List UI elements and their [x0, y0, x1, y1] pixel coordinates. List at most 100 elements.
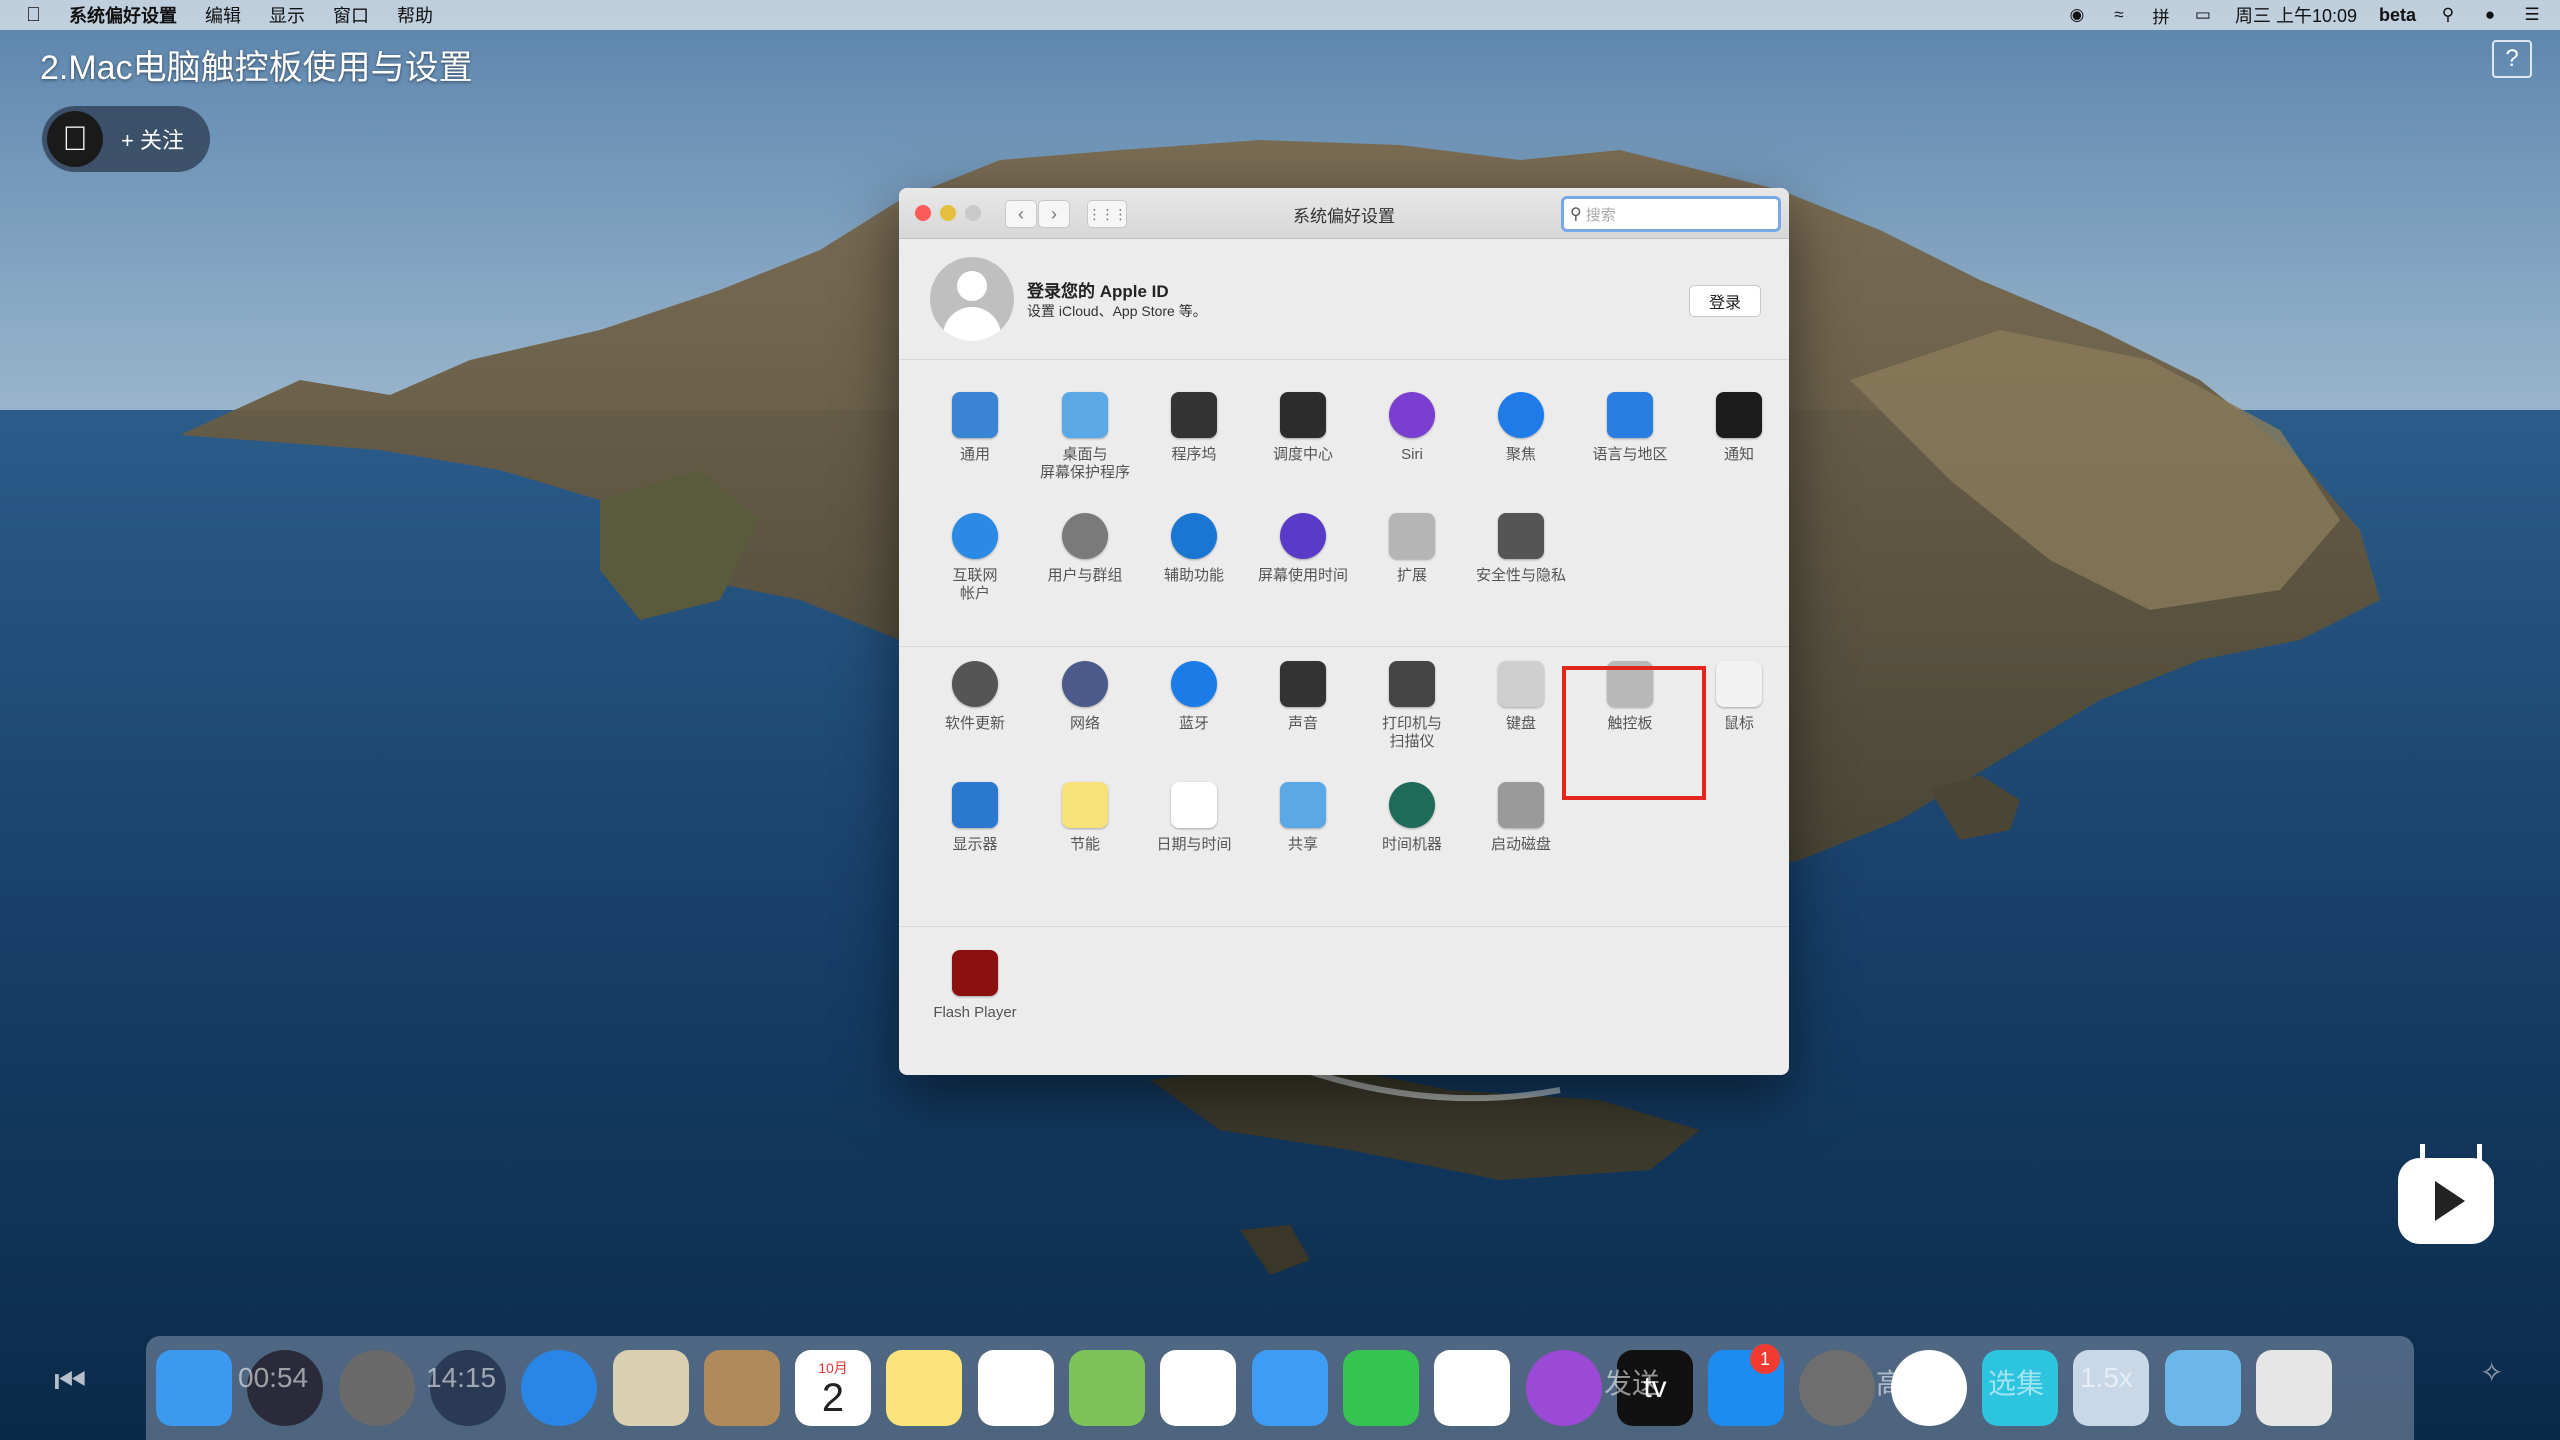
sound-icon — [1276, 657, 1330, 711]
notes-icon[interactable] — [886, 1350, 962, 1426]
pref-general[interactable]: 通用 — [925, 388, 1025, 464]
wifi-icon[interactable]: ≈ — [2109, 5, 2129, 24]
pref-accessibility[interactable]: 辅助功能 — [1144, 509, 1244, 585]
pref-label: 屏幕使用时间 — [1257, 567, 1348, 584]
security-icon — [1494, 509, 1548, 563]
pref-dock[interactable]: 程序坞 — [1144, 388, 1244, 464]
input-method-icon[interactable]: 拼 — [2151, 6, 2171, 27]
music-icon[interactable] — [1434, 1350, 1510, 1426]
pref-desktop[interactable]: 桌面与 屏幕保护程序 — [1035, 388, 1135, 482]
pref-startup-disk[interactable]: 启动磁盘 — [1471, 778, 1571, 854]
finder-icon[interactable] — [156, 1350, 232, 1426]
apple-menu-icon[interactable]:  — [26, 4, 41, 27]
clock[interactable]: 周三 上午10:09 — [2235, 2, 2357, 28]
pref-label: 时间机器 — [1381, 836, 1442, 853]
downloads-folder-icon[interactable] — [2165, 1350, 2241, 1426]
trackpad-highlight-box — [1562, 666, 1706, 800]
pref-date-time[interactable]: 日期与时间 — [1144, 778, 1244, 854]
pref-label: 蓝牙 — [1178, 715, 1209, 732]
menu-window[interactable]: 窗口 — [333, 2, 369, 28]
pref-notifications[interactable]: 通知 — [1689, 388, 1789, 464]
beta-label[interactable]: beta — [2379, 5, 2416, 26]
messages-icon[interactable] — [1252, 1350, 1328, 1426]
system-preferences-icon[interactable] — [1799, 1350, 1875, 1426]
pref-label: 扩展 — [1396, 567, 1427, 584]
dock-icon — [1167, 388, 1221, 442]
language-icon — [1603, 388, 1657, 442]
player-send-label[interactable]: 发送 — [1604, 1362, 1660, 1402]
menu-help[interactable]: 帮助 — [397, 2, 433, 28]
menu-view[interactable]: 显示 — [269, 2, 305, 28]
accessibility-icon — [1167, 509, 1221, 563]
date-time-icon — [1167, 778, 1221, 832]
pref-extensions[interactable]: 扩展 — [1362, 509, 1462, 585]
menu-app-name[interactable]: 系统偏好设置 — [69, 2, 177, 28]
keyboard-icon — [1494, 657, 1548, 711]
facetime-icon[interactable] — [1343, 1350, 1419, 1426]
menu-edit[interactable]: 编辑 — [205, 2, 241, 28]
pref-label: 辅助功能 — [1163, 567, 1224, 584]
sharing-icon — [1276, 778, 1330, 832]
appstore-badge: 1 — [1750, 1344, 1780, 1374]
podcasts-icon[interactable] — [1526, 1350, 1602, 1426]
pref-label: 语言与地区 — [1592, 446, 1668, 463]
pref-label: 用户与群组 — [1047, 567, 1123, 584]
calendar-icon[interactable]: 10月 2 — [795, 1350, 871, 1426]
calendar-month: 10月 — [818, 1360, 848, 1376]
login-button[interactable]: 登录 — [1689, 285, 1761, 317]
pref-language[interactable]: 语言与地区 — [1580, 388, 1680, 464]
system-preferences-window: ‹ › ⋮⋮⋮ 系统偏好设置 ⚲ 搜索 登录您的 Apple ID 设置 iCl… — [899, 188, 1789, 1075]
maps-icon[interactable] — [1069, 1350, 1145, 1426]
pref-energy-saver[interactable]: 节能 — [1035, 778, 1135, 854]
pref-label: 网络 — [1069, 715, 1100, 732]
pref-security[interactable]: 安全性与隐私 — [1471, 509, 1571, 585]
pref-users[interactable]: 用户与群组 — [1035, 509, 1135, 585]
pref-keyboard[interactable]: 键盘 — [1471, 657, 1571, 733]
previous-video-icon[interactable]: ⏮ — [54, 1360, 94, 1401]
player-speed[interactable]: 1.5x — [2080, 1362, 2133, 1394]
spotlight-search-icon[interactable]: ⚲ — [2438, 5, 2458, 24]
pref-siri[interactable]: Siri — [1362, 388, 1462, 464]
apple-id-title[interactable]: 登录您的 Apple ID — [1027, 277, 1169, 302]
search-field[interactable]: ⚲ 搜索 — [1561, 196, 1781, 232]
pref-label: 聚焦 — [1505, 446, 1536, 463]
extensions-icon — [1385, 509, 1439, 563]
pref-bluetooth[interactable]: 蓝牙 — [1144, 657, 1244, 733]
pref-software-update[interactable]: 软件更新 — [925, 657, 1025, 733]
player-quality[interactable]: 高清 — [1876, 1362, 1932, 1402]
photos-icon[interactable] — [1160, 1350, 1236, 1426]
pref-spotlight[interactable]: 聚焦 — [1471, 388, 1571, 464]
battery-icon[interactable]: ▭ — [2193, 5, 2213, 24]
pref-flash-player[interactable]: Flash Player — [925, 946, 1025, 1022]
pref-time-machine[interactable]: 时间机器 — [1362, 778, 1462, 854]
fullscreen-icon[interactable]: ✧ — [2480, 1356, 2503, 1389]
pref-label: 通用 — [959, 446, 990, 463]
pref-display[interactable]: 显示器 — [925, 778, 1025, 854]
pref-network[interactable]: 网络 — [1035, 657, 1135, 733]
pref-printer[interactable]: 打印机与 扫描仪 — [1362, 657, 1462, 751]
screen-record-icon[interactable]: ◉ — [2067, 5, 2087, 24]
contacts-icon[interactable] — [704, 1350, 780, 1426]
siri-menu-icon[interactable]: ● — [2480, 5, 2500, 24]
pref-label: 调度中心 — [1272, 446, 1333, 463]
play-button[interactable] — [2398, 1158, 2494, 1244]
help-icon[interactable]: ? — [2492, 40, 2532, 78]
mail-icon[interactable] — [613, 1350, 689, 1426]
pref-label: 桌面与 屏幕保护程序 — [1039, 446, 1130, 481]
pref-mission-control[interactable]: 调度中心 — [1253, 388, 1353, 464]
follow-button[interactable]:  + 关注 — [42, 106, 210, 172]
pref-screen-time[interactable]: 屏幕使用时间 — [1253, 509, 1353, 585]
user-avatar[interactable] — [930, 257, 1014, 341]
mission-control-icon — [1276, 388, 1330, 442]
player-episodes[interactable]: 选集 — [1988, 1362, 2044, 1402]
pref-sound[interactable]: 声音 — [1253, 657, 1353, 733]
player-time-total: 14:15 — [426, 1362, 497, 1393]
apple-id-subtitle: 设置 iCloud、App Store 等。 — [1027, 303, 1207, 319]
pref-internet-accounts[interactable]: 互联网 帐户 — [925, 509, 1025, 603]
launchpad-icon[interactable] — [339, 1350, 415, 1426]
notification-center-icon[interactable]: ☰ — [2522, 5, 2542, 24]
pref-sharing[interactable]: 共享 — [1253, 778, 1353, 854]
trash-icon[interactable] — [2256, 1350, 2332, 1426]
reminders-icon[interactable] — [978, 1350, 1054, 1426]
safari-icon[interactable] — [521, 1350, 597, 1426]
